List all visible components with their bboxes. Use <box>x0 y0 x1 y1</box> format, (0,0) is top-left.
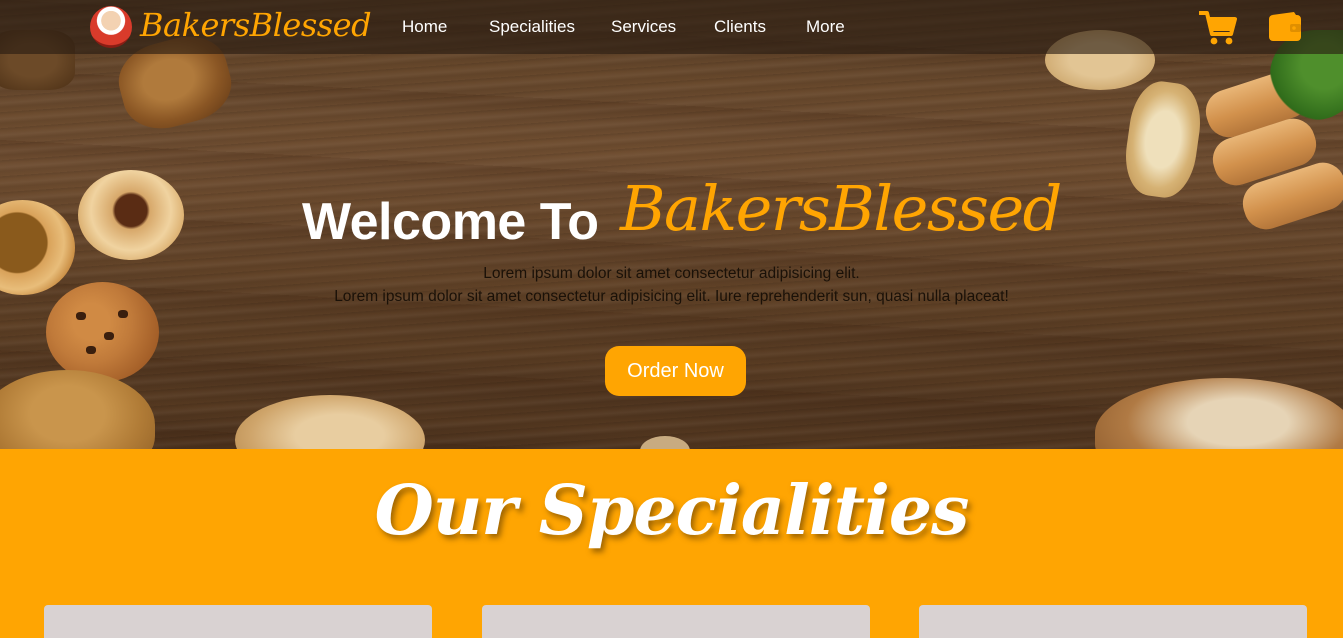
nav-link-home[interactable]: Home <box>402 17 447 37</box>
navbar: BakersBlessed Home Specialities Services… <box>0 0 1343 54</box>
nav-link-clients[interactable]: Clients <box>714 17 766 37</box>
speciality-card[interactable] <box>44 605 432 638</box>
speciality-card[interactable] <box>482 605 870 638</box>
nav-link-specialities[interactable]: Specialities <box>489 17 575 37</box>
hero-heading: Welcome To BakersBlessed <box>302 172 1062 262</box>
bread-image <box>1095 378 1343 449</box>
brand-logo-text[interactable]: BakersBlessed <box>140 6 372 44</box>
hero-brand-text: BakersBlessed <box>620 172 1062 245</box>
specialities-section: Our Specialities <box>0 449 1343 638</box>
nav-link-services[interactable]: Services <box>611 17 676 37</box>
nav-link-more[interactable]: More <box>806 17 845 37</box>
wallet-icon[interactable] <box>1268 11 1302 42</box>
bread-image <box>235 395 425 449</box>
hero-section: Welcome To BakersBlessed Lorem ipsum dol… <box>0 0 1343 449</box>
cart-icon[interactable] <box>1199 10 1237 46</box>
chef-logo-icon[interactable] <box>90 6 132 48</box>
hero-subtitle: Lorem ipsum dolor sit amet consectetur a… <box>483 265 860 282</box>
speciality-card[interactable] <box>919 605 1307 638</box>
bread-image <box>0 370 155 449</box>
hero-welcome-text: Welcome To <box>302 193 599 251</box>
roll-image <box>1120 77 1206 202</box>
cookie-image <box>78 170 184 260</box>
bread-image <box>640 436 690 449</box>
specialities-title: Our Specialities <box>374 471 970 551</box>
order-now-button[interactable]: Order Now <box>605 346 746 396</box>
hero-subtitle: Lorem ipsum dolor sit amet consectetur a… <box>334 288 1009 305</box>
